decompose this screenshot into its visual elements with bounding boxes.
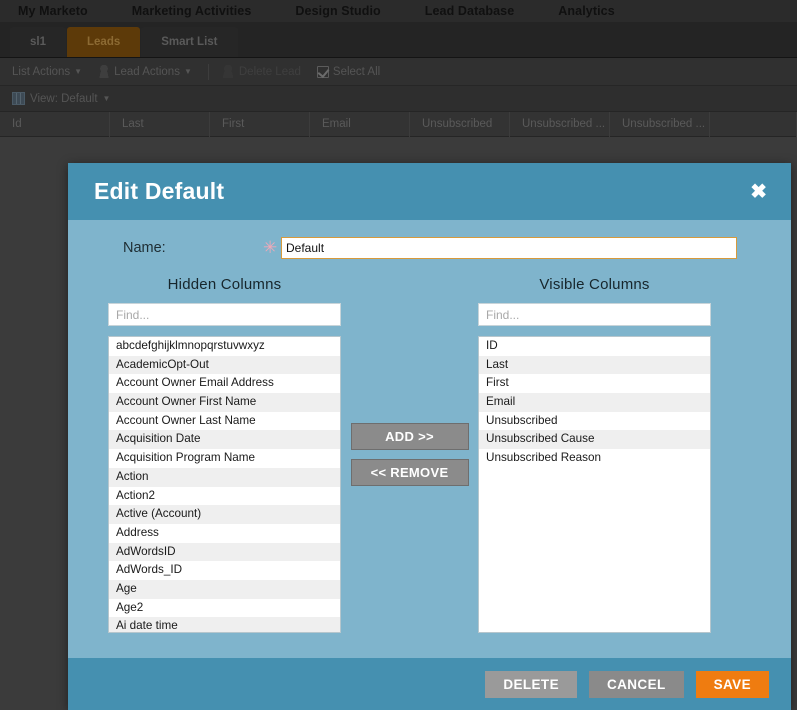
visible-columns-search-input[interactable] [478, 303, 711, 326]
dialog-body: Name: ✳ Hidden Columns abcdefghijklmnopq… [68, 220, 791, 658]
dialog-footer: DELETE CANCEL SAVE [68, 658, 791, 710]
grid-header-unsub-cause[interactable]: Unsubscribed ... [510, 111, 610, 137]
list-item[interactable]: Acquisition Program Name [109, 449, 340, 468]
delete-lead-label: Delete Lead [238, 65, 301, 78]
lead-actions-menu[interactable]: Lead Actions ▼ [98, 65, 192, 78]
grid-header-last[interactable]: Last [110, 111, 210, 137]
checkmark-icon [316, 65, 329, 78]
name-label: Name: [123, 240, 166, 256]
hidden-columns-search-input[interactable] [108, 303, 341, 326]
hidden-columns-panel: Hidden Columns abcdefghijklmnopqrstuvwxy… [108, 276, 341, 633]
visible-columns-list[interactable]: ID Last First Email Unsubscribed Unsubsc… [478, 336, 711, 633]
person-icon [98, 65, 111, 78]
lead-actions-label: Lead Actions [114, 65, 180, 78]
list-item[interactable]: Unsubscribed Reason [479, 449, 710, 468]
list-item[interactable]: Unsubscribed [479, 411, 710, 431]
chevron-down-icon: ▼ [74, 67, 83, 76]
grid-header-id[interactable]: Id [0, 111, 110, 137]
list-item[interactable]: AcademicOpt-Out [109, 355, 340, 375]
screen-root: My Marketo Marketing Activities Design S… [0, 0, 797, 710]
grid-column-headers: Id Last First Email Unsubscribed Unsubsc… [0, 111, 797, 137]
list-item[interactable]: Ai date time [109, 617, 340, 632]
list-item[interactable]: Action [109, 467, 340, 487]
tab-bar: sl1 Leads Smart List [0, 22, 797, 58]
save-button[interactable]: SAVE [695, 670, 769, 698]
tab-sl1[interactable]: sl1 [10, 27, 66, 57]
select-all-checkbox[interactable]: Select All [316, 65, 381, 78]
column-transfer-area: Hidden Columns abcdefghijklmnopqrstuvwxy… [68, 276, 791, 633]
list-item[interactable]: Account Owner Last Name [109, 411, 340, 431]
cancel-button[interactable]: CANCEL [588, 670, 684, 698]
grid-header-filler [710, 111, 797, 137]
list-item[interactable]: Account Owner First Name [109, 393, 340, 412]
list-item[interactable]: AdWords_ID [109, 561, 340, 580]
list-item[interactable]: Age2 [109, 598, 340, 618]
list-item[interactable]: abcdefghijklmnopqrstuvwxyz [109, 337, 340, 356]
list-actions-label: List Actions [12, 65, 71, 78]
add-button[interactable]: ADD >> [350, 423, 469, 450]
nav-item-marketing-activities[interactable]: Marketing Activities [132, 4, 274, 18]
nav-item-lead-database[interactable]: Lead Database [425, 4, 537, 18]
grid-header-unsub[interactable]: Unsubscribed [410, 111, 510, 137]
person-delete-icon [222, 65, 235, 78]
tab-leads[interactable]: Leads [67, 27, 141, 57]
delete-lead-button: Delete Lead [222, 65, 301, 78]
view-label: View: Default [30, 92, 98, 105]
remove-button[interactable]: << REMOVE [350, 459, 469, 486]
grid-header-email[interactable]: Email [310, 111, 410, 137]
visible-columns-title: Visible Columns [539, 276, 650, 293]
top-navigation-bar: My Marketo Marketing Activities Design S… [0, 0, 797, 22]
toolbar-divider [207, 63, 209, 80]
nav-item-my-marketo[interactable]: My Marketo [18, 4, 110, 18]
transfer-buttons: ADD >> << REMOVE [341, 276, 478, 633]
list-item[interactable]: Unsubscribed Cause [479, 430, 710, 450]
list-item[interactable]: Address [109, 523, 340, 543]
list-item[interactable]: Last [479, 355, 710, 375]
name-field-row: Name: ✳ [68, 220, 791, 276]
list-item[interactable]: AdWordsID [109, 542, 340, 562]
grid-header-unsub-reason[interactable]: Unsubscribed ... [610, 111, 710, 137]
list-item[interactable]: Age [109, 579, 340, 599]
select-all-label: Select All [332, 65, 381, 78]
name-input[interactable] [281, 237, 737, 259]
chevron-down-icon: ▼ [183, 67, 192, 76]
tab-smart-list[interactable]: Smart List [141, 27, 238, 57]
delete-button[interactable]: DELETE [485, 670, 577, 698]
view-selector-bar[interactable]: View: Default ▼ [0, 86, 797, 112]
actions-toolbar: List Actions ▼ Lead Actions ▼ Delete Lea… [0, 58, 797, 86]
nav-item-analytics[interactable]: Analytics [558, 4, 636, 18]
chevron-down-icon: ▼ [102, 94, 111, 103]
list-actions-menu[interactable]: List Actions ▼ [12, 66, 82, 78]
required-asterisk-icon: ✳ [263, 238, 278, 257]
hidden-columns-title: Hidden Columns [167, 276, 282, 293]
list-item[interactable]: First [479, 374, 710, 394]
dialog-header: Edit Default ✖ [68, 163, 791, 220]
nav-item-design-studio[interactable]: Design Studio [295, 4, 402, 18]
visible-columns-panel: Visible Columns ID Last First Email Unsu… [478, 276, 711, 633]
list-item[interactable]: Active (Account) [109, 505, 340, 524]
hidden-columns-list[interactable]: abcdefghijklmnopqrstuvwxyz AcademicOpt-O… [108, 336, 341, 633]
list-item[interactable]: ID [479, 337, 710, 356]
list-item[interactable]: Email [479, 393, 710, 412]
close-icon[interactable]: ✖ [750, 182, 767, 202]
list-item[interactable]: Action2 [109, 486, 340, 506]
grid-view-icon [12, 92, 25, 105]
grid-header-first[interactable]: First [210, 111, 310, 137]
list-item[interactable]: Acquisition Date [109, 430, 340, 450]
edit-default-dialog: Edit Default ✖ Name: ✳ Hidden Columns ab… [68, 163, 791, 710]
list-item[interactable]: Account Owner Email Address [109, 374, 340, 394]
dialog-title: Edit Default [94, 178, 225, 204]
